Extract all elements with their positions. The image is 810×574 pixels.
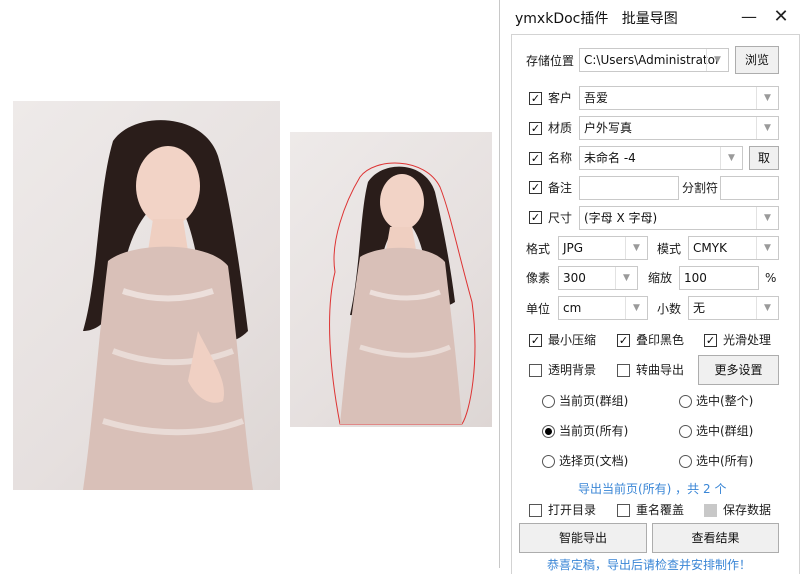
name-pick-button[interactable]: 取 [749, 146, 779, 170]
more-settings-button[interactable]: 更多设置 [698, 355, 779, 385]
customer-checkbox[interactable]: ✓ [529, 92, 542, 105]
cutout-image [329, 162, 476, 425]
name-label: 名称 [548, 151, 573, 165]
mode-combo[interactable]: CMYK ▼ [688, 236, 779, 260]
curve-export-checkbox[interactable] [617, 364, 630, 377]
portrait-image [83, 120, 253, 490]
chevron-down-icon[interactable]: ▼ [625, 297, 647, 319]
min-compress-label: 最小压缩 [548, 333, 597, 347]
unit-label: 单位 [526, 302, 551, 316]
remark-input[interactable] [579, 176, 679, 200]
radio-selected-whole[interactable] [679, 395, 692, 408]
name-checkbox[interactable]: ✓ [529, 152, 542, 165]
scale-unit: % [765, 271, 777, 285]
browse-button[interactable]: 浏览 [735, 46, 779, 74]
separator-input[interactable] [720, 176, 779, 200]
rename-cover-label: 重名覆盖 [636, 503, 685, 517]
mode-value: CMYK [693, 241, 727, 255]
chevron-down-icon[interactable]: ▼ [625, 237, 647, 259]
chevron-down-icon[interactable]: ▼ [756, 87, 778, 109]
scale-label: 缩放 [648, 271, 673, 285]
radio-current-page-group[interactable] [542, 395, 555, 408]
material-value: 户外写真 [584, 121, 633, 135]
save-data-checkbox[interactable] [704, 504, 717, 517]
overprint-black-checkbox[interactable]: ✓ [617, 334, 630, 347]
plugin-panel: ymxkDoc插件 批量导图 — ✕ 存储位置 C:\Users\Adminis… [499, 0, 810, 574]
open-dir-checkbox[interactable] [529, 504, 542, 517]
settings-group: 存储位置 C:\Users\Administrator ▼ 浏览 ✓ 客户 吾爱… [511, 34, 800, 574]
storage-label: 存储位置 [526, 54, 575, 68]
export-info-text: 导出当前页(所有) ，共 2 个 [578, 482, 727, 496]
smooth-label: 光滑处理 [723, 333, 772, 347]
chevron-down-icon[interactable]: ▼ [756, 207, 778, 229]
curve-export-label: 转曲导出 [636, 363, 685, 377]
customer-combo[interactable]: 吾爱 ▼ [579, 86, 779, 110]
customer-label: 客户 [548, 91, 573, 105]
format-label: 格式 [526, 242, 551, 256]
radio-select-page-doc-label: 选择页(文档) [559, 454, 629, 468]
radio-selected-all-label: 选中(所有) [696, 454, 754, 468]
decimal-label: 小数 [657, 302, 682, 316]
chevron-down-icon[interactable]: ▼ [756, 237, 778, 259]
radio-selected-group[interactable] [679, 425, 692, 438]
radio-selected-group-label: 选中(群组) [696, 424, 754, 438]
remark-label: 备注 [548, 181, 573, 195]
chevron-down-icon[interactable]: ▼ [706, 49, 728, 71]
size-checkbox[interactable]: ✓ [529, 211, 542, 224]
unit-combo[interactable]: cm ▼ [558, 296, 648, 320]
remark-checkbox[interactable]: ✓ [529, 181, 542, 194]
scale-value: 100 [684, 271, 707, 285]
photo-cutout[interactable] [290, 132, 492, 427]
close-icon[interactable]: ✕ [770, 6, 792, 28]
chevron-down-icon[interactable]: ▼ [615, 267, 637, 289]
storage-path-value: C:\Users\Administrator [584, 53, 720, 67]
material-checkbox[interactable]: ✓ [529, 122, 542, 135]
format-value: JPG [563, 241, 584, 255]
rename-cover-checkbox[interactable] [617, 504, 630, 517]
save-data-label: 保存数据 [723, 503, 772, 517]
size-label: 尺寸 [548, 211, 573, 225]
material-label: 材质 [548, 121, 573, 135]
chevron-down-icon[interactable]: ▼ [756, 117, 778, 139]
decimal-value: 无 [693, 301, 706, 315]
view-result-button[interactable]: 查看结果 [652, 523, 779, 553]
chevron-down-icon[interactable]: ▼ [720, 147, 742, 169]
transparent-bg-label: 透明背景 [548, 363, 597, 377]
size-value: (字母 X 字母) [584, 211, 658, 225]
title-bar[interactable]: ymxkDoc插件 批量导图 — ✕ [500, 0, 810, 34]
radio-selected-whole-label: 选中(整个) [696, 394, 754, 408]
mode-label: 模式 [657, 242, 682, 256]
photo-original[interactable] [13, 101, 280, 490]
unit-value: cm [563, 301, 582, 315]
open-dir-label: 打开目录 [548, 503, 597, 517]
pixel-combo[interactable]: 300 ▼ [558, 266, 638, 290]
customer-value: 吾爱 [584, 91, 609, 105]
document-canvas [0, 0, 498, 568]
chevron-down-icon[interactable]: ▼ [756, 297, 778, 319]
radio-selected-all[interactable] [679, 455, 692, 468]
transparent-bg-checkbox[interactable] [529, 364, 542, 377]
storage-path-combo[interactable]: C:\Users\Administrator ▼ [579, 48, 729, 72]
material-combo[interactable]: 户外写真 ▼ [579, 116, 779, 140]
radio-current-page-group-label: 当前页(群组) [559, 394, 629, 408]
smart-export-button[interactable]: 智能导出 [519, 523, 647, 553]
size-combo[interactable]: (字母 X 字母) ▼ [579, 206, 779, 230]
pixel-value: 300 [563, 271, 586, 285]
radio-current-page-all-label: 当前页(所有) [559, 424, 629, 438]
scale-input[interactable]: 100 [679, 266, 759, 290]
decimal-combo[interactable]: 无 ▼ [688, 296, 779, 320]
radio-select-page-doc[interactable] [542, 455, 555, 468]
overprint-black-label: 叠印黑色 [636, 333, 685, 347]
name-value: 未命名 -4 [584, 151, 636, 165]
min-compress-checkbox[interactable]: ✓ [529, 334, 542, 347]
window-title: ymxkDoc插件 批量导图 [515, 11, 678, 27]
radio-current-page-all[interactable] [542, 425, 555, 438]
pixel-label: 像素 [526, 271, 551, 285]
bottom-message: 恭喜定稿，导出后请检查并安排制作！ [547, 558, 752, 572]
smooth-checkbox[interactable]: ✓ [704, 334, 717, 347]
separator-label: 分割符 [682, 181, 719, 195]
format-combo[interactable]: JPG ▼ [558, 236, 648, 260]
minimize-icon[interactable]: — [738, 6, 760, 28]
name-combo[interactable]: 未命名 -4 ▼ [579, 146, 743, 170]
